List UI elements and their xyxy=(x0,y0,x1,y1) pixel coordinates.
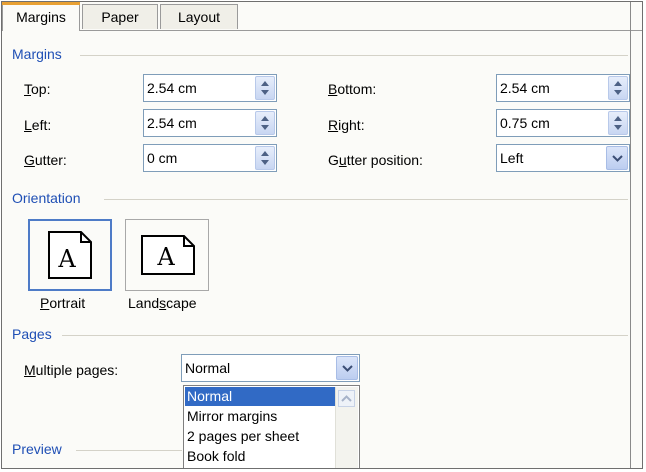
gutter-position-select[interactable]: Left xyxy=(496,144,630,172)
top-margin-value: 2.54 cm xyxy=(147,80,197,96)
bottom-margin-spinner[interactable]: 2.54 cm xyxy=(496,74,630,102)
section-header-margins: Margins xyxy=(12,46,62,62)
chevron-up-icon xyxy=(341,395,352,402)
scroll-up-button[interactable] xyxy=(338,390,355,407)
spin-buttons[interactable] xyxy=(608,111,628,135)
left-margin-spinner[interactable]: 2.54 cm xyxy=(143,109,277,137)
portrait-glyph: A xyxy=(57,245,76,273)
section-header-pages: Pages xyxy=(12,326,52,342)
spin-buttons[interactable] xyxy=(255,111,275,135)
page-setup-dialog: Margins Paper Layout Margins Top: 2.54 c… xyxy=(1,1,643,469)
section-header-preview: Preview xyxy=(12,441,62,457)
top-margin-spinner[interactable]: 2.54 cm xyxy=(143,74,277,102)
tab-divider xyxy=(2,30,642,31)
gutter-label: Gutter: xyxy=(24,152,67,168)
tab-layout[interactable]: Layout xyxy=(160,4,238,29)
spin-arrows-icon xyxy=(614,81,622,95)
portrait-page-icon: A xyxy=(48,231,92,279)
spin-buttons[interactable] xyxy=(608,76,628,100)
left-label: Left: xyxy=(24,117,52,133)
section-divider xyxy=(104,199,628,200)
spin-buttons[interactable] xyxy=(255,76,275,100)
dropdown-button[interactable] xyxy=(606,146,628,170)
left-margin-value: 2.54 cm xyxy=(147,115,197,131)
tab-paper[interactable]: Paper xyxy=(82,4,158,29)
right-margin-value: 0.75 cm xyxy=(500,115,550,131)
right-margin-spinner[interactable]: 0.75 cm xyxy=(496,109,630,137)
section-header-orientation: Orientation xyxy=(12,190,81,206)
top-label: Top: xyxy=(24,81,51,97)
list-scrollbar[interactable] xyxy=(335,387,358,468)
gutter-spinner[interactable]: 0 cm xyxy=(143,144,277,172)
section-divider xyxy=(80,55,628,56)
tab-strip: Margins Paper Layout xyxy=(2,2,642,31)
list-item[interactable]: Book fold xyxy=(185,447,335,466)
spin-arrows-icon xyxy=(261,151,269,165)
bottom-label: Bottom: xyxy=(328,81,377,97)
dropdown-button[interactable] xyxy=(336,356,358,380)
landscape-glyph: A xyxy=(156,243,175,271)
landscape-label: Landscape xyxy=(128,295,197,311)
panel-edge xyxy=(630,2,631,468)
landscape-button[interactable]: A xyxy=(125,219,209,291)
list-item[interactable]: Normal xyxy=(185,387,335,406)
landscape-page-icon: A xyxy=(141,235,195,275)
spin-arrows-icon xyxy=(614,116,622,130)
spin-arrows-icon xyxy=(261,81,269,95)
multiple-pages-label: Multiple pages: xyxy=(24,362,119,378)
gutter-position-label: Gutter position: xyxy=(328,152,423,168)
gutter-value: 0 cm xyxy=(147,150,178,166)
section-divider xyxy=(76,450,182,451)
list-item[interactable]: 2 pages per sheet xyxy=(185,427,335,446)
portrait-label: Portrait xyxy=(40,295,86,311)
right-label: Right: xyxy=(328,117,365,133)
multiple-pages-value: Normal xyxy=(185,360,231,376)
bottom-margin-value: 2.54 cm xyxy=(500,80,550,96)
chevron-down-icon xyxy=(342,365,353,372)
tab-margins[interactable]: Margins xyxy=(2,2,80,31)
portrait-button[interactable]: A xyxy=(28,219,112,291)
multiple-pages-select[interactable]: Normal xyxy=(181,354,360,382)
gutter-position-value: Left xyxy=(500,150,524,166)
list-item[interactable]: Mirror margins xyxy=(185,407,335,426)
spin-arrows-icon xyxy=(261,116,269,130)
multiple-pages-dropdown-list[interactable]: Normal Mirror margins 2 pages per sheet … xyxy=(183,385,360,468)
section-divider xyxy=(62,335,628,336)
chevron-down-icon xyxy=(612,155,623,162)
spin-buttons[interactable] xyxy=(255,146,275,170)
